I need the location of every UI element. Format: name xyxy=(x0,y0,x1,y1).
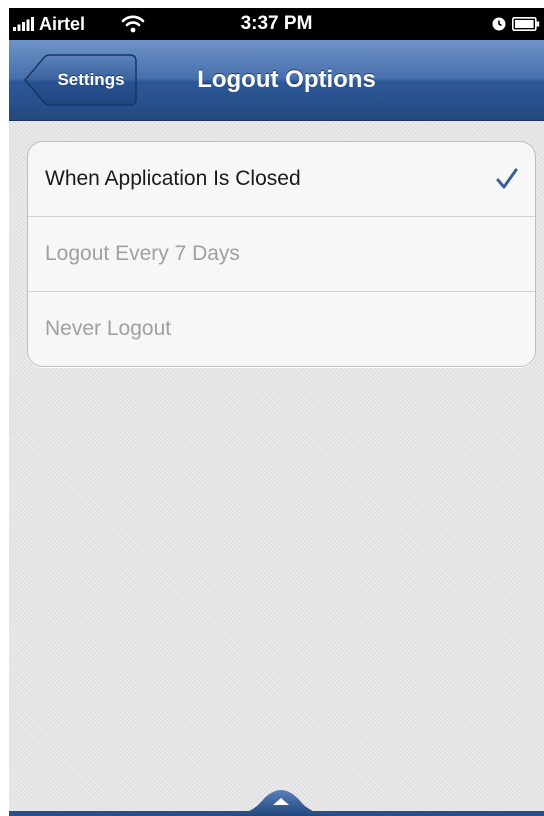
option-label: When Application Is Closed xyxy=(45,167,301,190)
option-label: Logout Every 7 Days xyxy=(45,242,240,265)
screenshot-frame: Airtel 3:37 PM Settings Logout Options W… xyxy=(0,0,544,816)
option-never-logout[interactable]: Never Logout xyxy=(28,292,535,366)
status-bar: Airtel 3:37 PM xyxy=(9,8,544,40)
page-title: Logout Options xyxy=(197,66,376,93)
option-label: Never Logout xyxy=(45,317,172,340)
option-when-application-closed[interactable]: When Application Is Closed xyxy=(28,142,535,217)
logout-options-list: When Application Is Closed Logout Every … xyxy=(27,141,536,367)
alarm-icon xyxy=(492,17,506,31)
content-area: When Application Is Closed Logout Every … xyxy=(9,121,544,816)
navigation-bar: Settings Logout Options xyxy=(9,40,544,121)
checkmark-icon xyxy=(496,168,518,189)
back-button-label: Settings xyxy=(57,70,125,89)
battery-icon xyxy=(512,17,540,31)
bottom-handle-shape xyxy=(9,790,544,816)
bottom-toolbar-handle[interactable] xyxy=(9,782,544,816)
status-time: 3:37 PM xyxy=(240,13,313,34)
phone-screen: Airtel 3:37 PM Settings Logout Options W… xyxy=(9,8,544,816)
option-logout-every-7-days[interactable]: Logout Every 7 Days xyxy=(28,217,535,292)
settings-back-button[interactable]: Settings xyxy=(23,54,137,106)
